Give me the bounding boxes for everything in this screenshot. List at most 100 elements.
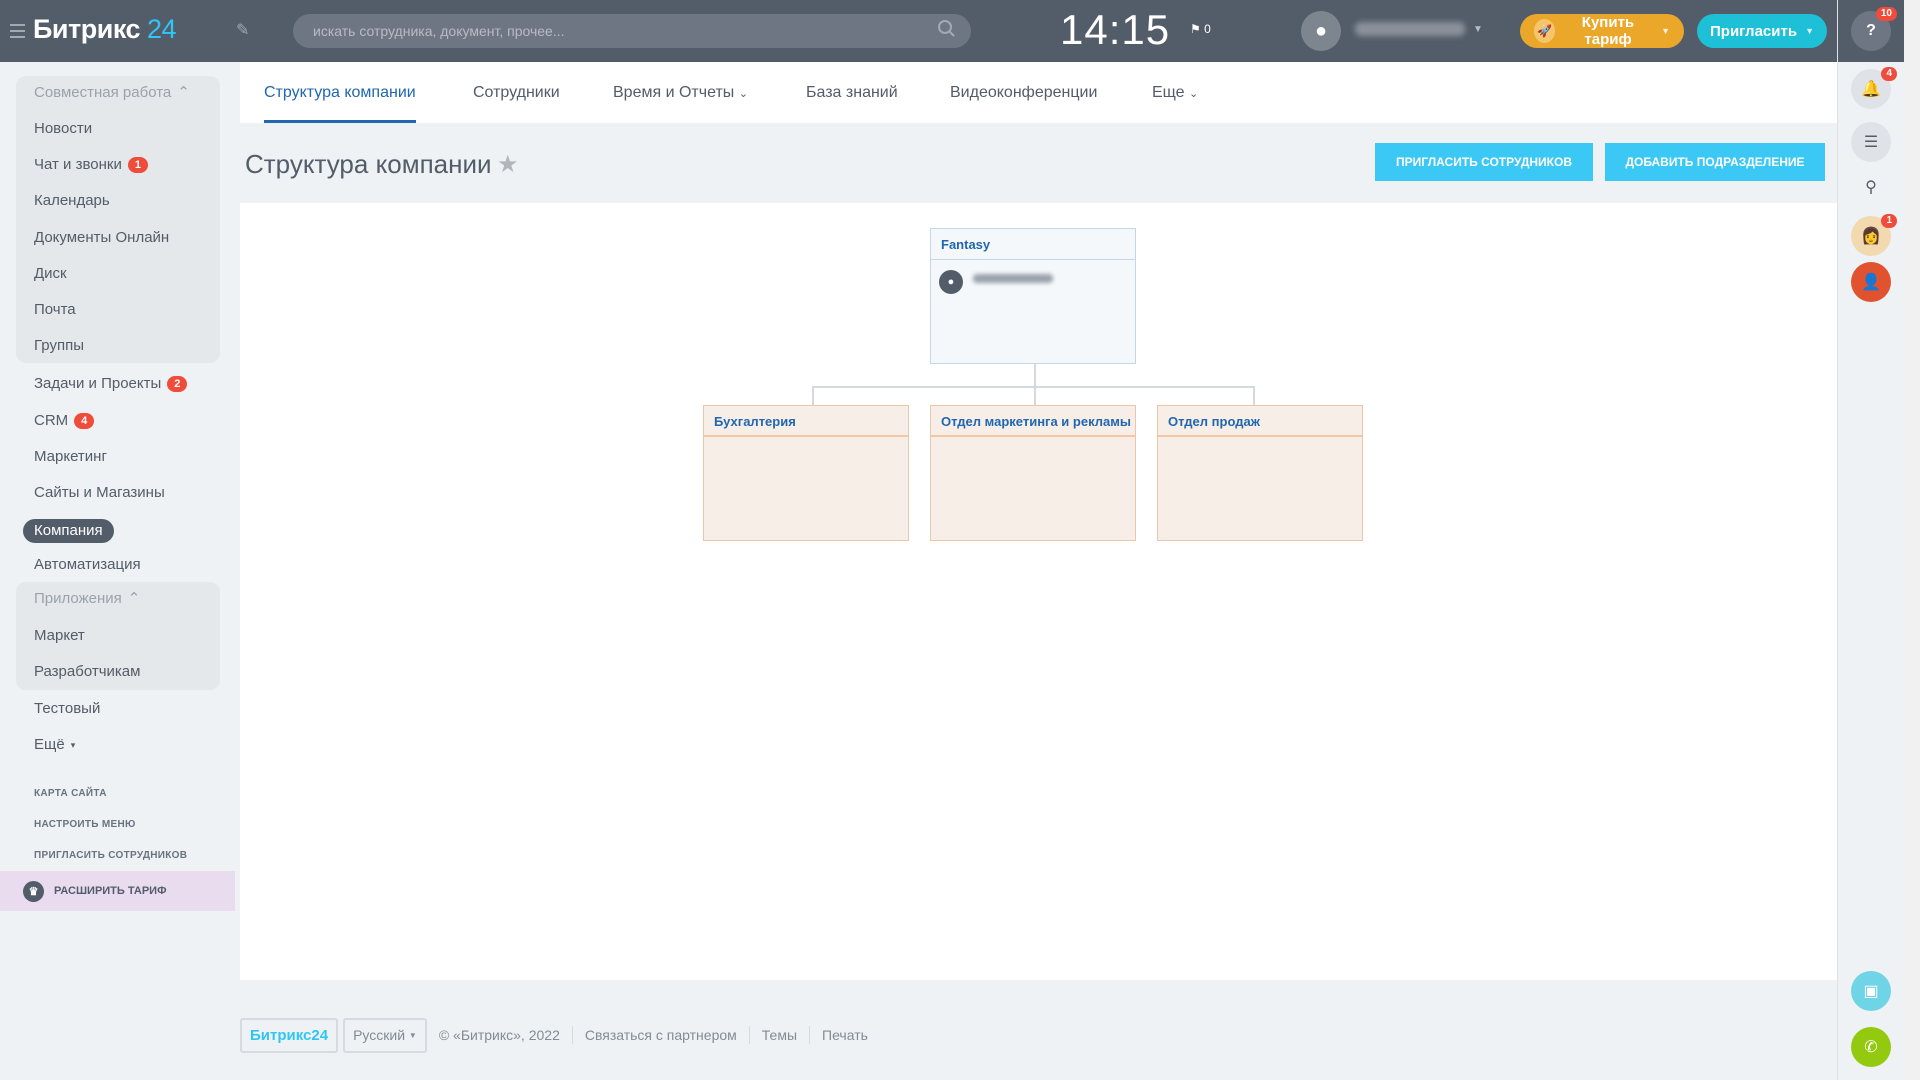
bell-icon[interactable]: 🔔 4 — [1851, 67, 1897, 109]
sidebar-item[interactable]: Сайты и Магазины — [34, 483, 165, 503]
sidebar-item[interactable]: CRM 4 — [34, 411, 95, 431]
page-title: Структура компании — [245, 149, 492, 179]
star-icon[interactable]: ★ — [497, 150, 519, 179]
flag-icon: ⚑ — [1190, 22, 1201, 36]
department-name[interactable]: Бухгалтерия — [704, 406, 908, 437]
tab-structure[interactable]: Структура компании — [264, 62, 416, 123]
copyright: © «Битрикс», 2022 — [438, 1027, 560, 1043]
add-department-button[interactable]: ДОБАВИТЬ ПОДРАЗДЕЛЕНИЕ — [1605, 143, 1825, 181]
sidebar-item-label: Автоматизация — [34, 556, 141, 574]
buy-label: Купить тариф — [1581, 14, 1635, 48]
logo-number: 24 — [147, 14, 177, 44]
contact-partner-link[interactable]: Связаться с партнером — [571, 1026, 749, 1044]
invite-button[interactable]: Пригласить ▼ — [1697, 14, 1827, 48]
chevron-down-icon: ▼ — [408, 1030, 417, 1040]
upgrade-label: РАСШИРИТЬ ТАРИФ — [54, 885, 167, 897]
sidebar-item-label: Компания — [34, 522, 103, 540]
chevron-up-icon: ⌃ — [127, 590, 141, 607]
sidebar-item[interactable]: Чат и звонки 1 — [34, 155, 148, 175]
tab-knowledge-base[interactable]: База знаний — [806, 62, 898, 123]
invite-employees-button[interactable]: ПРИГЛАСИТЬ СОТРУДНИКОВ — [1375, 143, 1593, 181]
upgrade-plan-button[interactable]: ♛ РАСШИРИТЬ ТАРИФ — [0, 871, 235, 911]
configure-menu-link[interactable]: НАСТРОИТЬ МЕНЮ — [34, 819, 136, 830]
language-value: Русский — [353, 1027, 406, 1043]
sidebar-item-developers[interactable]: Разработчикам — [34, 662, 140, 682]
rocket-icon: 🚀 — [1534, 19, 1555, 43]
chevron-down-icon: ▼ — [1805, 26, 1814, 36]
group-toggle-apps[interactable]: Приложения ⌃ — [34, 589, 140, 609]
sidebar-item[interactable]: Календарь — [34, 191, 110, 211]
buy-plan-button[interactable]: 🚀 Купить тариф ▼ — [1520, 14, 1684, 48]
sidebar-item-label: Диск — [34, 264, 67, 282]
user-name-blurred[interactable] — [1355, 22, 1465, 36]
logo[interactable]: Битрикс 24 — [33, 14, 177, 45]
sitemap-link[interactable]: КАРТА САЙТА — [34, 788, 107, 799]
group-toggle-collab[interactable]: Совместная работа ⌃ — [34, 83, 190, 103]
tab-employees[interactable]: Сотрудники — [473, 62, 560, 123]
crown-icon: ♛ — [23, 880, 44, 902]
sidebar-item[interactable]: Компания — [23, 519, 114, 544]
menu-icon[interactable] — [10, 24, 25, 38]
structure-canvas: Fantasy ● Бухгалтерия Отдел маркетинга и… — [240, 203, 1837, 980]
tab-more[interactable]: Еще ⌄ — [1152, 62, 1198, 123]
department-head[interactable]: ● — [931, 260, 1135, 304]
right-panel: ? 10 🔔 4 ☰ ⚲ 👩 1 👤 ▣ ✆ — [1837, 0, 1905, 1080]
footer-logo-text: Битрикс24 — [250, 1026, 329, 1044]
sidebar-item[interactable]: Документы Онлайн — [34, 228, 169, 248]
phone-icon[interactable]: ✆ — [1851, 1027, 1891, 1067]
sidebar-item[interactable]: Новости — [34, 119, 92, 139]
sidebar-item-market[interactable]: Маркет — [34, 626, 85, 646]
chevron-down-icon: ▼ — [1661, 26, 1670, 36]
clock[interactable]: 14:15 — [1060, 6, 1170, 54]
print-link[interactable]: Печать — [809, 1026, 880, 1044]
invite-employees-link[interactable]: ПРИГЛАСИТЬ СОТРУДНИКОВ — [34, 850, 187, 861]
sidebar-item[interactable]: Автоматизация — [34, 555, 141, 575]
sidebar-item-more[interactable]: Ещё ▾ — [34, 735, 75, 755]
invite-label: Пригласить — [1710, 22, 1798, 40]
sidebar-item-label: Задачи и Проекты — [34, 375, 162, 393]
department-card[interactable]: Отдел продаж — [1157, 405, 1363, 541]
sidebar-item[interactable]: Задачи и Проекты 2 — [34, 374, 188, 394]
search-input[interactable] — [293, 14, 971, 48]
flag-counter[interactable]: ⚑ 0 — [1190, 22, 1211, 36]
search-icon[interactable] — [938, 20, 952, 34]
sidebar-item[interactable]: Почта — [34, 300, 76, 320]
footer-logo[interactable]: Битрикс24 — [240, 1017, 339, 1053]
sidebar-item[interactable]: Маркетинг — [34, 447, 107, 467]
connector-line — [1253, 386, 1255, 405]
tab-video-conferences[interactable]: Видеоконференции — [950, 62, 1097, 123]
department-name[interactable]: Отдел продаж — [1158, 406, 1362, 437]
scrollbar[interactable] — [1904, 0, 1920, 1080]
footer: Битрикс24 Русский ▼ © «Битрикс», 2022 Св… — [240, 1010, 880, 1060]
sidebar-item-label: Чат и звонки — [34, 156, 122, 174]
tab-label: Время и Отчеты — [613, 84, 735, 101]
user-icon: ● — [1314, 19, 1328, 42]
sidebar-item-label: Новости — [34, 120, 93, 137]
chevron-down-icon[interactable]: ▼ — [1473, 24, 1483, 35]
department-name[interactable]: Отдел маркетинга и рекламы — [931, 406, 1135, 437]
sidebar-item-test[interactable]: Тестовый — [34, 699, 100, 719]
user-add-icon[interactable]: 👤 — [1851, 262, 1891, 302]
search-icon[interactable]: ⚲ — [1851, 167, 1891, 207]
department-card[interactable]: Отдел маркетинга и рекламы — [930, 405, 1136, 541]
chat-list-icon[interactable]: ☰ — [1851, 122, 1891, 162]
sidebar-item[interactable]: Группы — [34, 336, 84, 356]
tab-time-reports[interactable]: Время и Отчеты ⌄ — [613, 62, 748, 123]
sidebar-item[interactable]: Диск — [34, 264, 67, 284]
department-card[interactable]: Бухгалтерия — [703, 405, 909, 541]
help-icon[interactable]: ? 10 — [1851, 7, 1897, 51]
chevron-down-icon: ▾ — [70, 740, 76, 750]
user-avatar[interactable]: ● — [1301, 11, 1341, 51]
language-select[interactable]: Русский ▼ — [343, 1017, 427, 1053]
counter-badge: 1 — [127, 157, 148, 174]
sidebar-item-label: Группы — [34, 337, 84, 355]
sidebar-item-label: Документы Онлайн — [34, 228, 170, 246]
department-name[interactable]: Fantasy — [931, 229, 1135, 260]
tabs-bar: Структура компании Сотрудники Время и От… — [240, 62, 1837, 123]
screen-share-icon[interactable]: ▣ — [1851, 971, 1891, 1011]
department-root[interactable]: Fantasy ● — [930, 228, 1136, 364]
sidebar-item-label: Маркетинг — [34, 447, 107, 465]
themes-link[interactable]: Темы — [748, 1026, 809, 1044]
contact-avatar[interactable]: 👩 1 — [1851, 214, 1897, 256]
pencil-icon[interactable]: ✎ — [236, 20, 249, 40]
